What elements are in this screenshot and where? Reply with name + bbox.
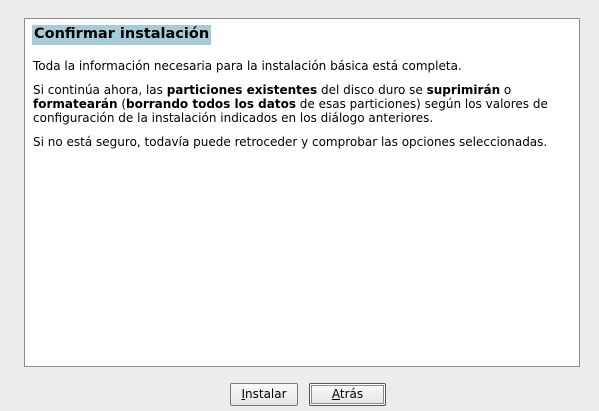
warning-bold-erasing-data: borrando todos los datos [126,97,296,111]
install-label: nstalar [245,387,287,401]
dialog-body: Toda la información necesaria para la in… [33,59,577,159]
warning-text-1: Si continúa ahora, las [33,83,167,97]
warning-text-3: o [500,83,512,97]
go-back-paragraph: Si no está seguro, todavía puede retroce… [33,135,548,149]
back-mnemonic: A [331,387,340,401]
warning-text-4: ( [117,97,127,111]
warning-bold-deleted: suprimirán [426,83,501,97]
install-button[interactable]: Instalar [230,383,298,406]
warning-paragraph: Si continúa ahora, las particiones exist… [33,83,577,125]
dialog-title: Confirmar instalación [32,25,212,45]
back-label: trás [339,387,364,401]
info-paragraph: Toda la información necesaria para la in… [33,59,462,73]
warning-text-2: del disco duro se [317,83,427,97]
confirm-install-panel: Confirmar instalación Toda la informació… [24,18,580,367]
back-button[interactable]: Atrás [309,383,386,406]
warning-bold-existing-partitions: particiones existentes [166,83,318,97]
warning-bold-formatted: formatearán [33,97,118,111]
